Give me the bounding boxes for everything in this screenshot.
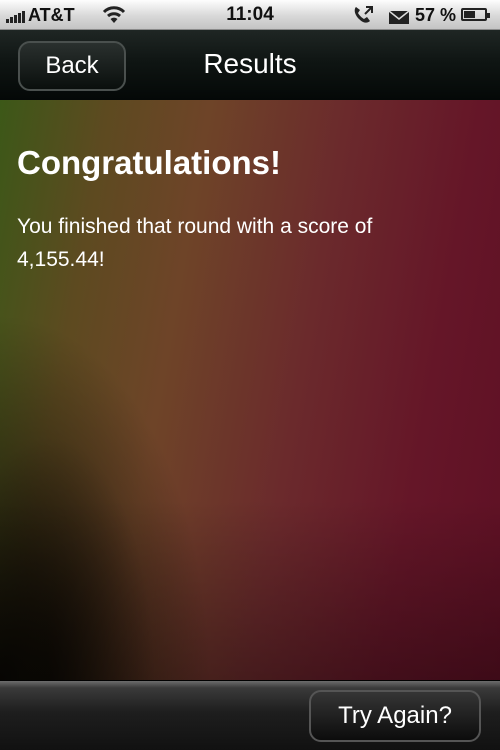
navigation-bar: Back Results xyxy=(0,30,500,101)
congratulations-heading: Congratulations! xyxy=(17,144,281,181)
status-bar: AT&T 11:04 57 % xyxy=(0,0,500,30)
page-title: Results xyxy=(203,48,297,79)
mail-icon xyxy=(388,9,410,30)
try-again-button[interactable]: Try Again? xyxy=(309,690,481,742)
results-content: Congratulations! You finished that round… xyxy=(0,100,500,680)
bottom-toolbar: Try Again? xyxy=(0,680,500,750)
score-message: You finished that round with a score of … xyxy=(17,215,373,271)
battery-percent: 57 % xyxy=(415,5,457,25)
call-forward-icon xyxy=(352,5,374,30)
battery-icon xyxy=(461,8,490,21)
